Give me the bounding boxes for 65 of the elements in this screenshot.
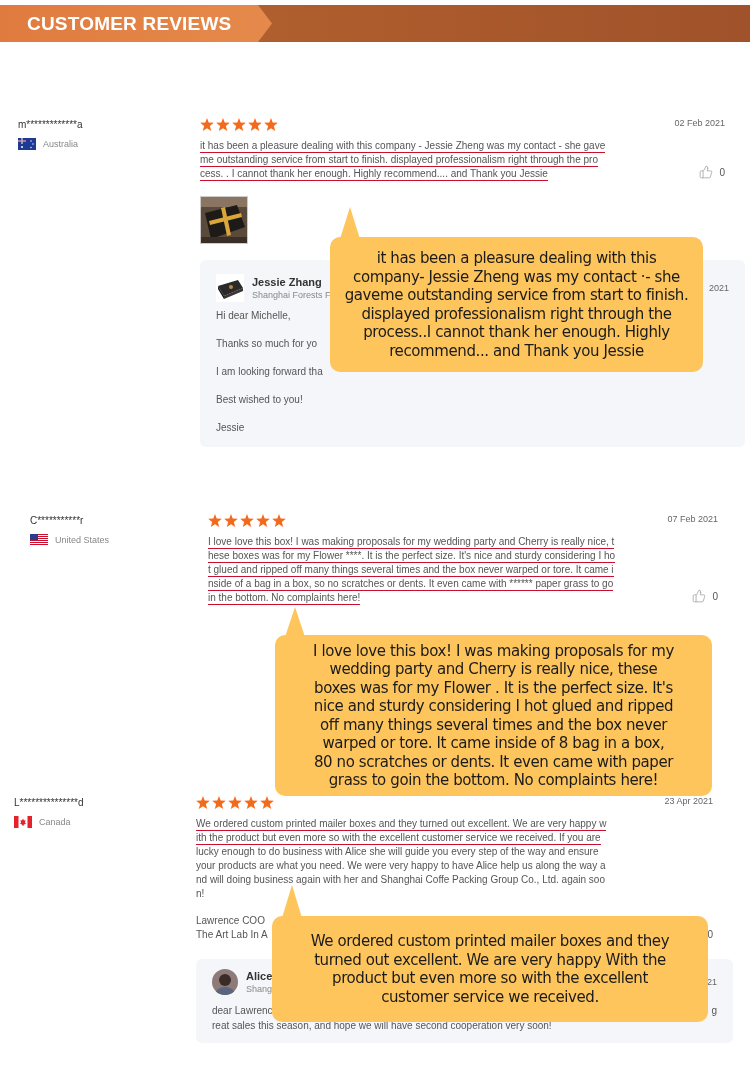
reply-text: Hi dear Michelle,: [216, 309, 291, 323]
seller-name: Alice: [246, 970, 273, 982]
review-date: 02 Feb 2021: [674, 118, 725, 128]
reply-text: dear Lawrenc: [212, 1004, 273, 1018]
callout-text: We ordered custom printed mailer boxes and they turned out excellent. We are very happy With the product but even more so with the excellent customer service we received.: [310, 932, 670, 1006]
review-date: 07 Feb 2021: [667, 514, 718, 524]
review-text-line: lucky enough to do business with Alice she will guide you every step of the way and ensure: [196, 845, 599, 859]
review-text-line: nside of a bag in a box, so no scratches or dents. It even came with ****** paper grass to go: [208, 577, 614, 591]
star-icon: [240, 514, 254, 527]
review-date: 23 Apr 2021: [664, 796, 713, 806]
thumbs-up-icon: [699, 165, 714, 179]
star-icon: [264, 118, 278, 131]
seller-company: Shang: [246, 984, 273, 994]
star-icon: [232, 118, 246, 131]
like-button[interactable]: 0: [699, 165, 725, 179]
thumbs-up-icon: [692, 589, 707, 603]
reviewer-name: C***********r: [30, 514, 85, 527]
review-signature: The Art Lab In A: [196, 928, 268, 942]
review-text-line: in the bottom. No complaints here!: [208, 591, 361, 605]
star-icon: [224, 514, 238, 527]
star-icon: [256, 514, 270, 527]
flag-icon: [18, 138, 36, 150]
section-title: CUSTOMER REVIEWS: [27, 12, 232, 35]
star-icon: [216, 118, 230, 131]
star-icon: [248, 118, 262, 131]
review-signature: Lawrence COO: [196, 914, 265, 928]
review-text-line: t glued and ripped off many things several times and the box never warped or tore. It came i: [208, 563, 614, 577]
star-icon: [196, 796, 210, 809]
like-button[interactable]: 0: [707, 929, 713, 940]
review-text-line: I love love this box! I was making proposals for my wedding party and Cherry is really nice, t: [208, 535, 615, 549]
reply-text: Thanks so much for yo: [216, 337, 318, 351]
callout-text: I love love this box! I was making proposals for my wedding party and Cherry is really nice, these boxes was for my Flower . It is the perfect size. It's nice and sturdy considering I hot glued and ripped off many things several times and the box never warped or tore. It came inside of 8 bag in a box, 80 no scratches or dents. It even came with paper grass to goin the bottom. No complaints here!: [313, 641, 674, 790]
reviewer-name: L***************d: [14, 796, 85, 809]
review-text-line: nd will doing business again with her and Shanghai Coffe Packing Group Co., Ltd. again soo: [196, 873, 605, 887]
review-text-line: it has been a pleasure dealing with this company - Jessie Zheng was my contact - she gave: [200, 139, 606, 153]
star-icon: [260, 796, 274, 809]
reviewer-country: Canada: [39, 817, 71, 827]
flag-icon: [30, 534, 48, 546]
star-icon: [208, 514, 222, 527]
reply-date: 2021: [708, 283, 729, 293]
reply-text: g: [711, 1004, 717, 1018]
review-text-line: cess. . I cannot thank her enough. Highly recommend.... and Thank you Jessie: [200, 167, 548, 181]
review-text-line: hese boxes was for my Flower ****. It is the perfect size. It's nice and sturdy considering I ho: [208, 549, 616, 563]
seller-name: Jessie Zhang: [252, 276, 322, 288]
reply-text: Best wished to you!: [216, 393, 303, 407]
reply-text: Jessie: [216, 421, 245, 435]
reply-date: 21: [707, 977, 717, 987]
reviewer-name: m*************a: [18, 118, 84, 131]
reviewer-country: United States: [55, 535, 110, 545]
review-text-line: We ordered custom printed mailer boxes and they turned out excellent. We are very happy w: [196, 817, 607, 831]
review-text-line: ith the product but even more so with the excellent customer service we received. If you are: [196, 831, 601, 845]
review-text-line: your products are what you need. We were very happy to have Alice help us along the way a: [196, 859, 606, 873]
review-text-line: n!: [196, 887, 205, 901]
star-icon: [244, 796, 258, 809]
reply-text: I am looking forward tha: [216, 365, 323, 379]
seller-company: Shanghai Forests F: [252, 290, 331, 300]
review-text-line: me outstanding service from start to finish. displayed professionalism right through the pro: [200, 153, 598, 167]
callout-text: it has been a pleasure dealing with this company- Jessie Zheng was my contact ·- she gaveme outstanding service from start to finish. displayed professionalism right through the process..I cannot thank her enough. Highly recommend... and Thank you Jessie: [344, 249, 689, 360]
reviewer-country: Australia: [43, 139, 78, 149]
star-icon: [212, 796, 226, 809]
star-icon: [200, 118, 214, 131]
star-icon: [272, 514, 286, 527]
star-icon: [228, 796, 242, 809]
flag-icon: [14, 816, 32, 828]
like-button[interactable]: 0: [692, 589, 718, 603]
